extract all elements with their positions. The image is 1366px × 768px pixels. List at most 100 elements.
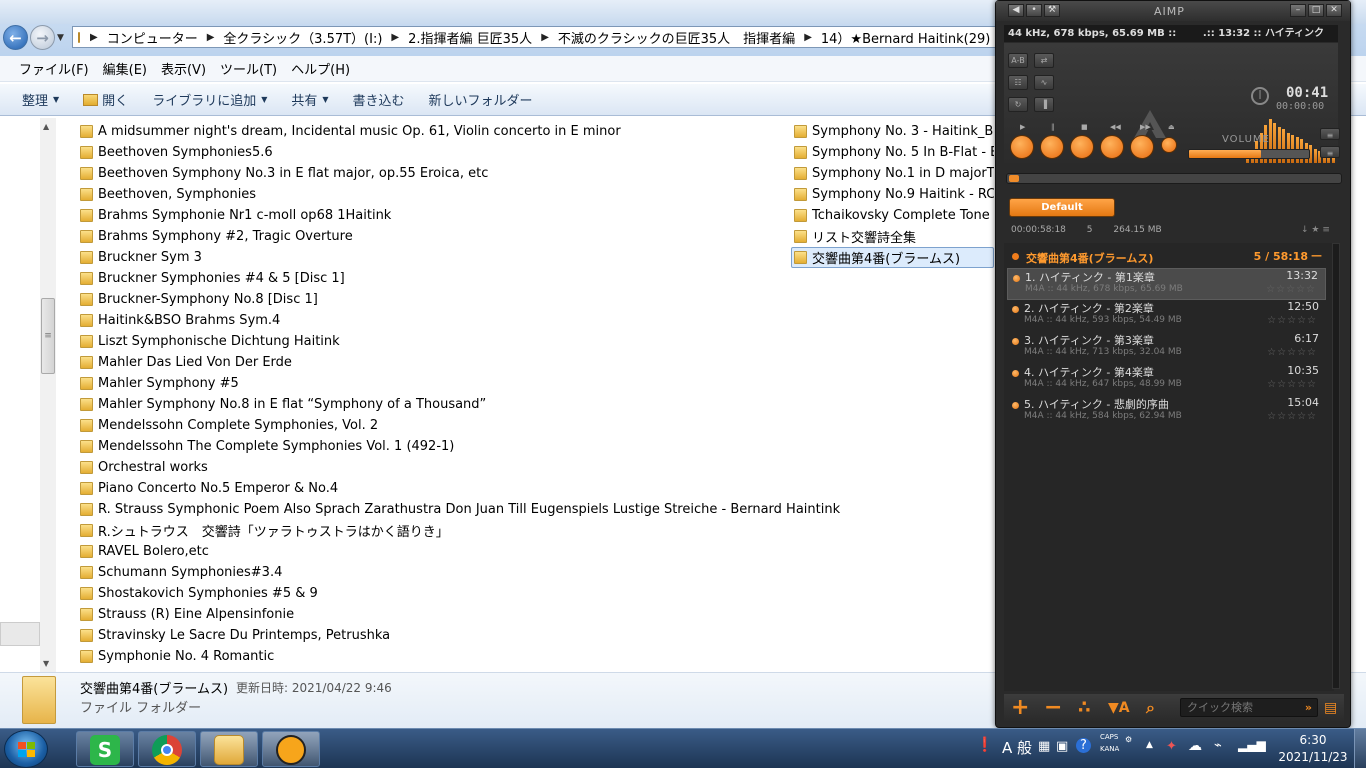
ime-tool-icon[interactable]: ▦ (1038, 739, 1050, 754)
aimp-title-bar[interactable]: ◀ • ⚒ AIMP – □ ✕ (996, 1, 1350, 21)
breadcrumb-separator[interactable]: ▶ (202, 32, 220, 43)
playlist-track[interactable]: 2. ハイティンク - 第2楽章 12:50 M4A :: 44 kHz, 593 … (1007, 300, 1326, 332)
play-button[interactable] (1010, 135, 1034, 159)
playlist-track[interactable]: 1. ハイティンク - 第1楽章 13:32 M4A :: 44 kHz, 678 … (1007, 268, 1326, 300)
folder-item[interactable]: Brahms Symphony #2, Tragic Overture (80, 226, 840, 247)
open-file-button[interactable] (1161, 137, 1177, 153)
taskbar-explorer[interactable] (200, 731, 258, 767)
playlist-toggle-button[interactable]: ≡ (1320, 146, 1340, 158)
share-button[interactable]: 共有 ▼ (279, 90, 340, 109)
repeat-button[interactable]: ↻ (1008, 97, 1028, 112)
breadcrumb-separator[interactable]: ▶ (536, 32, 554, 43)
folder-item[interactable]: Bruckner Symphonies #4 & 5 [Disc 1] (80, 268, 840, 289)
breadcrumb-separator[interactable]: ▶ (799, 32, 817, 43)
help-icon[interactable]: ? (1076, 738, 1091, 753)
mute-button[interactable]: ≡ (1320, 128, 1340, 140)
folder-item[interactable]: Mahler Symphony No.8 in E flat “Symphony… (80, 394, 840, 415)
menu-edit[interactable]: 編集(E) (96, 59, 154, 78)
playlist-track[interactable]: 5. ハイティンク - 悲劇的序曲 15:04 M4A :: 44 kHz, 584… (1007, 396, 1326, 428)
folder-item[interactable]: Symphonie No. 4 Romantic (80, 646, 840, 667)
folder-item[interactable]: Symphony No.9 Haitink - RCO (794, 184, 994, 205)
breadcrumb-item[interactable]: コンピューター (103, 28, 202, 47)
breadcrumb-separator[interactable]: ▶ (386, 32, 404, 43)
volume-slider[interactable] (1188, 149, 1310, 159)
breadcrumb-item[interactable]: 不滅のクラシックの巨匠35人 指揮者編 (554, 28, 799, 47)
open-button[interactable]: 開く (71, 90, 140, 109)
collapse-icon[interactable]: — (1311, 249, 1322, 262)
folder-item[interactable]: 交響曲第4番(ブラームス) (791, 247, 994, 268)
folder-item[interactable]: Orchestral works (80, 457, 840, 478)
folder-item[interactable]: Symphony No. 3 - Haitink_BSO (794, 121, 994, 142)
folder-item[interactable]: Beethoven, Symphonies (80, 184, 840, 205)
add-icon[interactable]: + (1011, 697, 1029, 719)
elapsed-time[interactable]: 00:41 (1286, 85, 1328, 101)
back-button[interactable]: ← (3, 25, 28, 50)
playlist-options-icon[interactable]: ↓ ★ ≡ (1301, 225, 1330, 235)
folder-item[interactable]: Beethoven Symphony No.3 in E flat major,… (80, 163, 840, 184)
next-button[interactable] (1130, 135, 1154, 159)
folder-item[interactable]: Symphony No.1 in D majorTitan (794, 163, 994, 184)
notification-icon[interactable]: ❗ (976, 737, 993, 753)
search-icon[interactable]: ⌕ (1146, 699, 1155, 717)
burn-button[interactable]: 書き込む (341, 90, 417, 109)
taskbar-chrome[interactable] (138, 731, 196, 767)
spectrum-button[interactable]: ▐ (1034, 97, 1054, 112)
pause-button[interactable] (1040, 135, 1064, 159)
add-to-library-button[interactable]: ライブラリに追加 ▼ (140, 90, 279, 109)
security-icon[interactable]: ✦ (1166, 739, 1177, 754)
seek-bar[interactable] (1006, 173, 1342, 184)
breadcrumb-item[interactable]: 2.指揮者編 巨匠35人 (404, 28, 536, 47)
folder-item[interactable]: Piano Concerto No.5 Emperor & No.4 (80, 478, 840, 499)
power-plug-icon[interactable]: ⌁ (1214, 738, 1222, 753)
folder-item[interactable]: リスト交響詩全集 (794, 226, 994, 247)
aimp-close-button[interactable]: ✕ (1326, 4, 1342, 17)
ime-mode-indicator[interactable]: A 般 (1002, 737, 1032, 758)
track-rating-stars[interactable]: ☆☆☆☆☆ (1266, 284, 1316, 295)
organize-button[interactable]: 整理 ▼ (10, 90, 71, 109)
aimp-minimize-button[interactable]: – (1290, 4, 1306, 17)
recent-pages-dropdown[interactable]: ▼ (57, 33, 64, 43)
seek-thumb[interactable] (1009, 175, 1020, 182)
folder-item[interactable]: Shostakovich Symphonies #5 & 9 (80, 583, 840, 604)
address-bar[interactable]: ▶ コンピューター ▶ 全クラシック（3.57T）(I:) ▶ 2.指揮者編 巨… (72, 26, 1002, 48)
track-rating-stars[interactable]: ☆☆☆☆☆ (1267, 411, 1317, 422)
folder-item[interactable]: Mendelssohn Complete Symphonies, Vol. 2 (80, 415, 840, 436)
menu-view[interactable]: 表示(V) (154, 59, 213, 78)
folder-item[interactable]: Tchaikovsky Complete Tone Poe (794, 205, 994, 226)
sort-icon[interactable]: ▼A (1108, 699, 1130, 717)
menu-tools[interactable]: ツール(T) (213, 59, 284, 78)
aimp-tray-button[interactable]: □ (1308, 4, 1324, 17)
folder-item[interactable]: Mendelssohn The Complete Symphonies Vol.… (80, 436, 840, 457)
playlist-track[interactable]: 4. ハイティンク - 第4楽章 10:35 M4A :: 44 kHz, 647 … (1007, 364, 1326, 396)
previous-button[interactable] (1100, 135, 1124, 159)
aimp-pin-button[interactable]: • (1026, 4, 1042, 17)
folder-item[interactable]: R. Strauss Symphonic Poem Also Sprach Za… (80, 499, 840, 520)
crossfade-button[interactable]: ⇄ (1034, 53, 1054, 68)
playlist-tab-default[interactable]: Default (1009, 198, 1115, 217)
navigation-pane-stub[interactable] (0, 622, 40, 646)
track-rating-stars[interactable]: ☆☆☆☆☆ (1267, 379, 1317, 390)
navigation-scrollbar[interactable]: ▲ ≡ ▼ (40, 118, 56, 672)
folder-item[interactable]: A midsummer night's dream, Incidental mu… (80, 121, 840, 142)
clock[interactable]: 6:30 2021/11/23 (1268, 732, 1358, 766)
menu-file[interactable]: ファイル(F) (12, 59, 96, 78)
cloud-icon[interactable]: ☁ (1188, 738, 1202, 754)
power-icon[interactable]: | (1251, 87, 1269, 105)
folder-item[interactable]: RAVEL Bolero,etc (80, 541, 840, 562)
menu-help[interactable]: ヘルプ(H) (284, 59, 357, 78)
scroll-down-arrow[interactable]: ▼ (43, 659, 49, 668)
folder-item[interactable]: Beethoven Symphonies5.6 (80, 142, 840, 163)
folder-item[interactable]: Brahms Symphonie Nr1 c-moll op68 1Haitin… (80, 205, 840, 226)
breadcrumb-separator[interactable]: ▶ (85, 32, 103, 43)
show-hidden-icons[interactable]: ▲ (1146, 740, 1153, 750)
taskbar-aimp[interactable] (262, 731, 320, 767)
start-button[interactable] (4, 730, 48, 768)
folder-item[interactable]: Mahler Symphony #5 (80, 373, 840, 394)
quick-search-input[interactable]: クイック検索 » (1180, 698, 1318, 717)
remove-icon[interactable]: − (1044, 697, 1062, 719)
equalizer-button[interactable]: ∿ (1034, 75, 1054, 90)
playlist-mode-button[interactable]: ☷ (1008, 75, 1028, 90)
folder-item[interactable]: Symphony No. 5 In B-Flat - Berl (794, 142, 994, 163)
scroll-thumb[interactable]: ≡ (41, 298, 55, 374)
playlist-group-header[interactable]: 交響曲第4番(ブラームス) 5 / 58:18 — (1006, 249, 1326, 265)
